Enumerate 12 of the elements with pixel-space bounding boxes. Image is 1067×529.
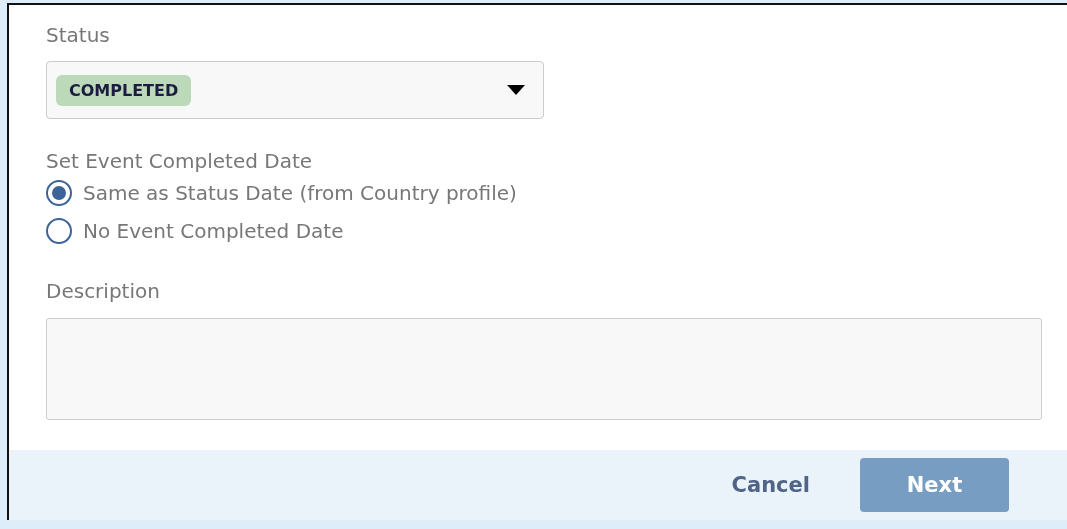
radio-label[interactable]: No Event Completed Date [83,217,344,245]
caret-icon [507,85,525,95]
status-tag: COMPLETED [56,74,192,106]
field-label: Description [46,278,160,305]
radio-button[interactable] [46,218,72,244]
status-dropdown[interactable]: COMPLETED [46,61,544,119]
description-field[interactable] [46,318,1042,420]
radio-label[interactable]: Same as Status Date (from Country profile) [83,179,517,207]
field-label: Status [46,22,110,49]
radio-button[interactable] [46,180,72,206]
field-label: Set Event Completed Date [46,148,313,175]
cancel-button[interactable]: Cancel [711,465,830,505]
